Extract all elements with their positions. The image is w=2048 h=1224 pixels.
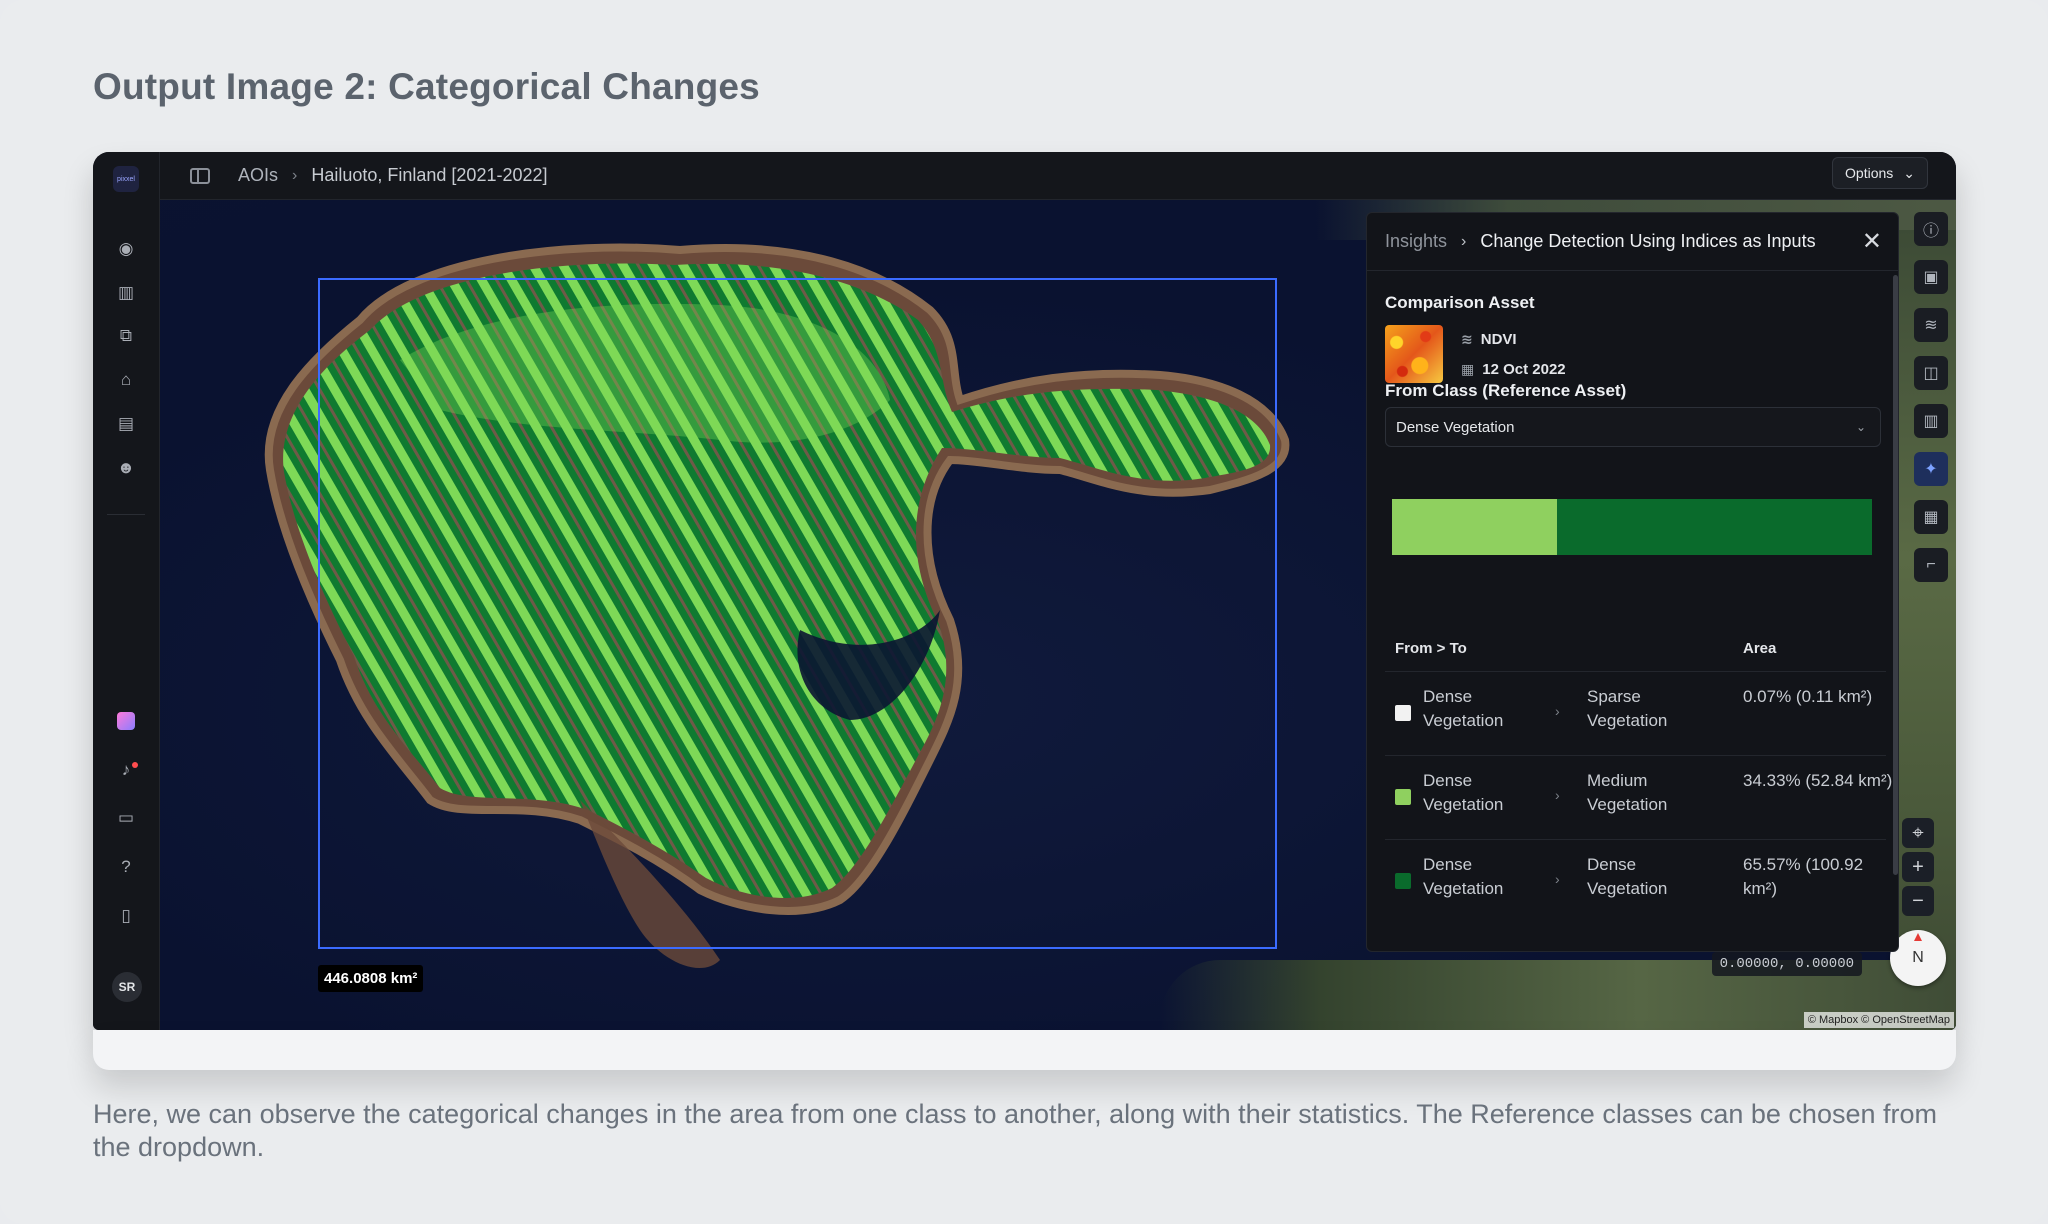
team-icon[interactable]: ☻ — [116, 458, 136, 478]
table-divider — [1385, 671, 1886, 672]
from-class-cell: Dense Vegetation — [1423, 855, 1504, 898]
table-divider — [1385, 839, 1886, 840]
aoi-bounding-box[interactable] — [318, 278, 1277, 949]
from-class-value: Dense Vegetation — [1396, 418, 1515, 436]
calendar-icon: ▦ — [1461, 361, 1475, 377]
feedback-icon[interactable]: ▭ — [116, 808, 136, 828]
from-class-cell: Dense Vegetation — [1423, 687, 1504, 730]
notification-badge — [132, 762, 138, 768]
avatar[interactable]: SR — [112, 972, 142, 1002]
from-class-label: From Class (Reference Asset) — [1385, 381, 1627, 400]
locate-icon[interactable]: ⌖ — [1902, 818, 1934, 848]
apps-icon[interactable] — [117, 712, 135, 730]
layers-icon: ≋ — [1461, 331, 1473, 347]
to-class-cell: Sparse Vegetation — [1587, 687, 1668, 730]
class-swatch — [1395, 705, 1411, 721]
chevron-right-icon: › — [1555, 787, 1560, 803]
figure-caption: Here, we can observe the categorical cha… — [93, 1099, 1937, 1162]
table-row[interactable]: Dense Vegetation › Sparse Vegetation 0.0… — [1385, 673, 1886, 755]
compass-icon[interactable]: ◉ — [116, 239, 136, 259]
class-swatch — [1395, 873, 1411, 889]
column-header-area: Area — [1743, 640, 1777, 657]
docs-icon[interactable]: ▯ — [116, 906, 136, 926]
rail-divider — [107, 514, 145, 515]
area-cell: 34.33% (52.84 km²) — [1743, 771, 1893, 790]
asset-date-row: ▦ 12 Oct 2022 — [1461, 361, 1566, 378]
breadcrumb-current-aoi: Hailuoto, Finland [2021-2022] — [311, 165, 548, 185]
map-icon[interactable]: ▥ — [116, 283, 136, 303]
options-label: Options — [1845, 165, 1894, 181]
page-heading: Output Image 2: Categorical Changes — [93, 66, 760, 107]
workflow-icon[interactable]: ⧉ — [116, 326, 136, 346]
chevron-down-icon: ⌄ — [1903, 164, 1915, 181]
asset-name: NDVI — [1480, 331, 1517, 348]
layers-icon[interactable]: ≋ — [1914, 308, 1948, 342]
area-cell: 0.07% (0.11 km²) — [1743, 687, 1873, 706]
chevron-right-icon: › — [1555, 871, 1560, 887]
left-nav-rail: pixxel ◉ ▥ ⧉ ⌂ ▤ ☻ ♪ ▭ ? ▯ SR — [93, 152, 160, 1030]
top-bar: AOIs › Hailuoto, Finland [2021-2022] Opt… — [160, 152, 1956, 200]
coordinate-readout: 0.00000, 0.00000 — [1711, 952, 1862, 976]
app-window: 446.0808 km² 0.00000, 0.00000 © Mapbox ©… — [93, 152, 1956, 1030]
insights-panel: Insights › Change Detection Using Indice… — [1366, 212, 1899, 952]
to-class-cell: Medium Vegetation — [1587, 771, 1668, 814]
panel-scrollbar[interactable] — [1893, 275, 1898, 875]
asset-date: 12 Oct 2022 — [1482, 361, 1566, 378]
asset-thumbnail[interactable] — [1385, 325, 1443, 383]
panel-header: Insights › Change Detection Using Indice… — [1367, 213, 1898, 271]
measure-icon[interactable]: ⌐ — [1914, 548, 1948, 582]
breadcrumb-aois[interactable]: AOIs — [238, 165, 278, 186]
table-row[interactable]: Dense Vegetation › Dense Vegetation 65.5… — [1385, 841, 1886, 923]
sidebar-toggle-icon[interactable] — [190, 167, 210, 184]
breadcrumb-insights[interactable]: Insights — [1385, 231, 1447, 252]
image-icon[interactable]: ▣ — [1914, 260, 1948, 294]
to-class-cell: Dense Vegetation — [1587, 855, 1668, 898]
chart-icon[interactable]: ▥ — [1914, 404, 1948, 438]
table-row[interactable]: Dense Vegetation › Medium Vegetation 34.… — [1385, 757, 1892, 839]
help-icon[interactable]: ? — [116, 857, 136, 877]
comparison-asset-label: Comparison Asset — [1385, 293, 1535, 312]
column-header-from-to: From > To — [1395, 640, 1467, 657]
from-class-cell: Dense Vegetation — [1423, 771, 1504, 814]
class-swatch — [1395, 789, 1411, 805]
app-logo[interactable]: pixxel — [113, 166, 139, 192]
chevron-down-icon: ⌄ — [1855, 420, 1866, 434]
area-cell: 65.57% (100.92 km²) — [1743, 855, 1864, 898]
aoi-area-label: 446.0808 km² — [318, 965, 424, 992]
zoom-out-button[interactable]: − — [1902, 886, 1934, 916]
chevron-right-icon: › — [292, 166, 298, 184]
map-layers-icon[interactable]: ▦ — [1914, 500, 1948, 534]
change-distribution-bar — [1392, 499, 1872, 555]
chevron-right-icon: › — [1461, 232, 1467, 250]
asset-name-row: ≋ NDVI — [1461, 331, 1517, 348]
store-icon[interactable]: ⌂ — [116, 370, 136, 390]
compass-label: N — [1912, 949, 1924, 966]
panel-title: Change Detection Using Indices as Inputs — [1480, 231, 1816, 251]
inbox-icon[interactable]: ▤ — [116, 414, 136, 434]
window-footer — [93, 1030, 1956, 1070]
close-icon[interactable]: ✕ — [1862, 227, 1882, 256]
compare-icon[interactable]: ◫ — [1914, 356, 1948, 390]
info-icon[interactable]: ⓘ — [1914, 212, 1948, 246]
map-attribution[interactable]: © Mapbox © OpenStreetMap — [1803, 1012, 1954, 1028]
table-divider — [1385, 755, 1886, 756]
chevron-right-icon: › — [1555, 703, 1560, 719]
sparkle-icon[interactable]: ✦ — [1914, 452, 1948, 486]
from-class-select[interactable]: Dense Vegetation ⌄ — [1385, 407, 1881, 447]
zoom-in-button[interactable]: + — [1902, 852, 1934, 882]
bar-segment-medium — [1392, 499, 1557, 555]
options-button[interactable]: Options ⌄ — [1832, 157, 1928, 189]
